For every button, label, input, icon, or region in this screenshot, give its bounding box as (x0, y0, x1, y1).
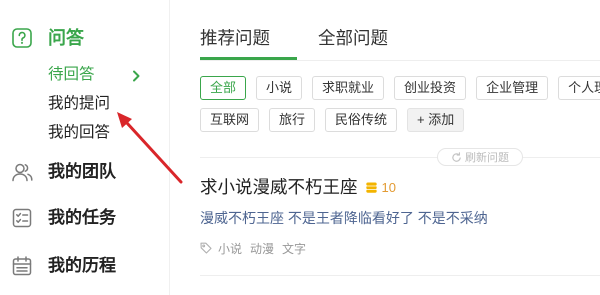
category-tag[interactable]: 民俗传统 (325, 108, 398, 132)
refresh-divider (200, 157, 600, 158)
question-tag[interactable]: 动漫 (250, 240, 274, 257)
sidebar-subitem-label: 我的回答 (48, 124, 111, 141)
sidebar-item-my-team[interactable]: 我的团队 (0, 157, 169, 187)
calendar-icon (11, 255, 33, 277)
sidebar-item-label: 我的任务 (48, 208, 116, 227)
sidebar-item-qa[interactable]: 问答 (0, 26, 169, 50)
chevron-right-icon (131, 68, 141, 82)
refresh-label: 刷新问题 (465, 152, 509, 164)
tabs-divider (200, 60, 600, 61)
question-title-row: 求小说漫威不朽王座 10 (200, 176, 396, 198)
sidebar-item-label: 我的团队 (48, 162, 116, 181)
category-tag-all[interactable]: 全部 (200, 76, 247, 100)
category-tag[interactable]: 求职就业 (312, 76, 385, 100)
refresh-icon (451, 151, 462, 163)
category-tag-row: 互联网 旅行 民俗传统 + 添加 (200, 108, 600, 132)
sidebar-subitem-my-answers[interactable]: 我的回答 (48, 122, 158, 144)
question-tag[interactable]: 文字 (282, 240, 306, 257)
category-tag-row: 全部 小说 求职就业 创业投资 企业管理 个人理 (200, 76, 600, 100)
question-title[interactable]: 求小说漫威不朽王座 (200, 176, 358, 198)
question-divider (200, 275, 600, 276)
main-content: 推荐问题 全部问题 全部 小说 求职就业 创业投资 企业管理 个人理 互联网 旅… (170, 0, 600, 295)
reward-points: 10 (381, 179, 396, 195)
task-list-icon (11, 207, 33, 229)
question-icon (11, 27, 33, 49)
tag-icon (200, 242, 212, 254)
question-description: 漫威不朽王座 不是王者降临看好了 不是不采纳 (200, 210, 488, 226)
question-tag[interactable]: 小说 (218, 240, 242, 257)
category-tag[interactable]: 小说 (256, 76, 303, 100)
sidebar-item-label: 问答 (48, 28, 84, 48)
sidebar-subitem-label: 我的提问 (48, 95, 111, 112)
coin-icon (365, 181, 378, 194)
sidebar-subitem-pending-answers[interactable]: 待回答 (48, 64, 158, 86)
category-tag[interactable]: 创业投资 (394, 76, 467, 100)
category-tag[interactable]: 企业管理 (476, 76, 549, 100)
category-tag[interactable]: 个人理 (558, 76, 600, 100)
tab-recommended-questions[interactable]: 推荐问题 (200, 26, 270, 50)
team-icon (11, 161, 33, 183)
question-tags: 小说 动漫 文字 (200, 240, 314, 256)
sidebar-item-my-tasks[interactable]: 我的任务 (0, 203, 169, 233)
tab-all-questions[interactable]: 全部问题 (318, 26, 388, 50)
sidebar-item-my-history[interactable]: 我的历程 (0, 251, 169, 281)
category-tag[interactable]: 互联网 (200, 108, 260, 132)
sidebar: 问答 待回答 我的提问 我的回答 我的团队 我的任务 我的历程 (0, 0, 170, 295)
sidebar-subitem-label: 待回答 (48, 66, 95, 83)
sidebar-subitem-my-questions[interactable]: 我的提问 (48, 93, 158, 115)
refresh-questions-button[interactable]: 刷新问题 (437, 148, 523, 166)
add-tag-button[interactable]: + 添加 (407, 108, 465, 132)
sidebar-item-label: 我的历程 (48, 256, 116, 275)
category-tag[interactable]: 旅行 (269, 108, 316, 132)
